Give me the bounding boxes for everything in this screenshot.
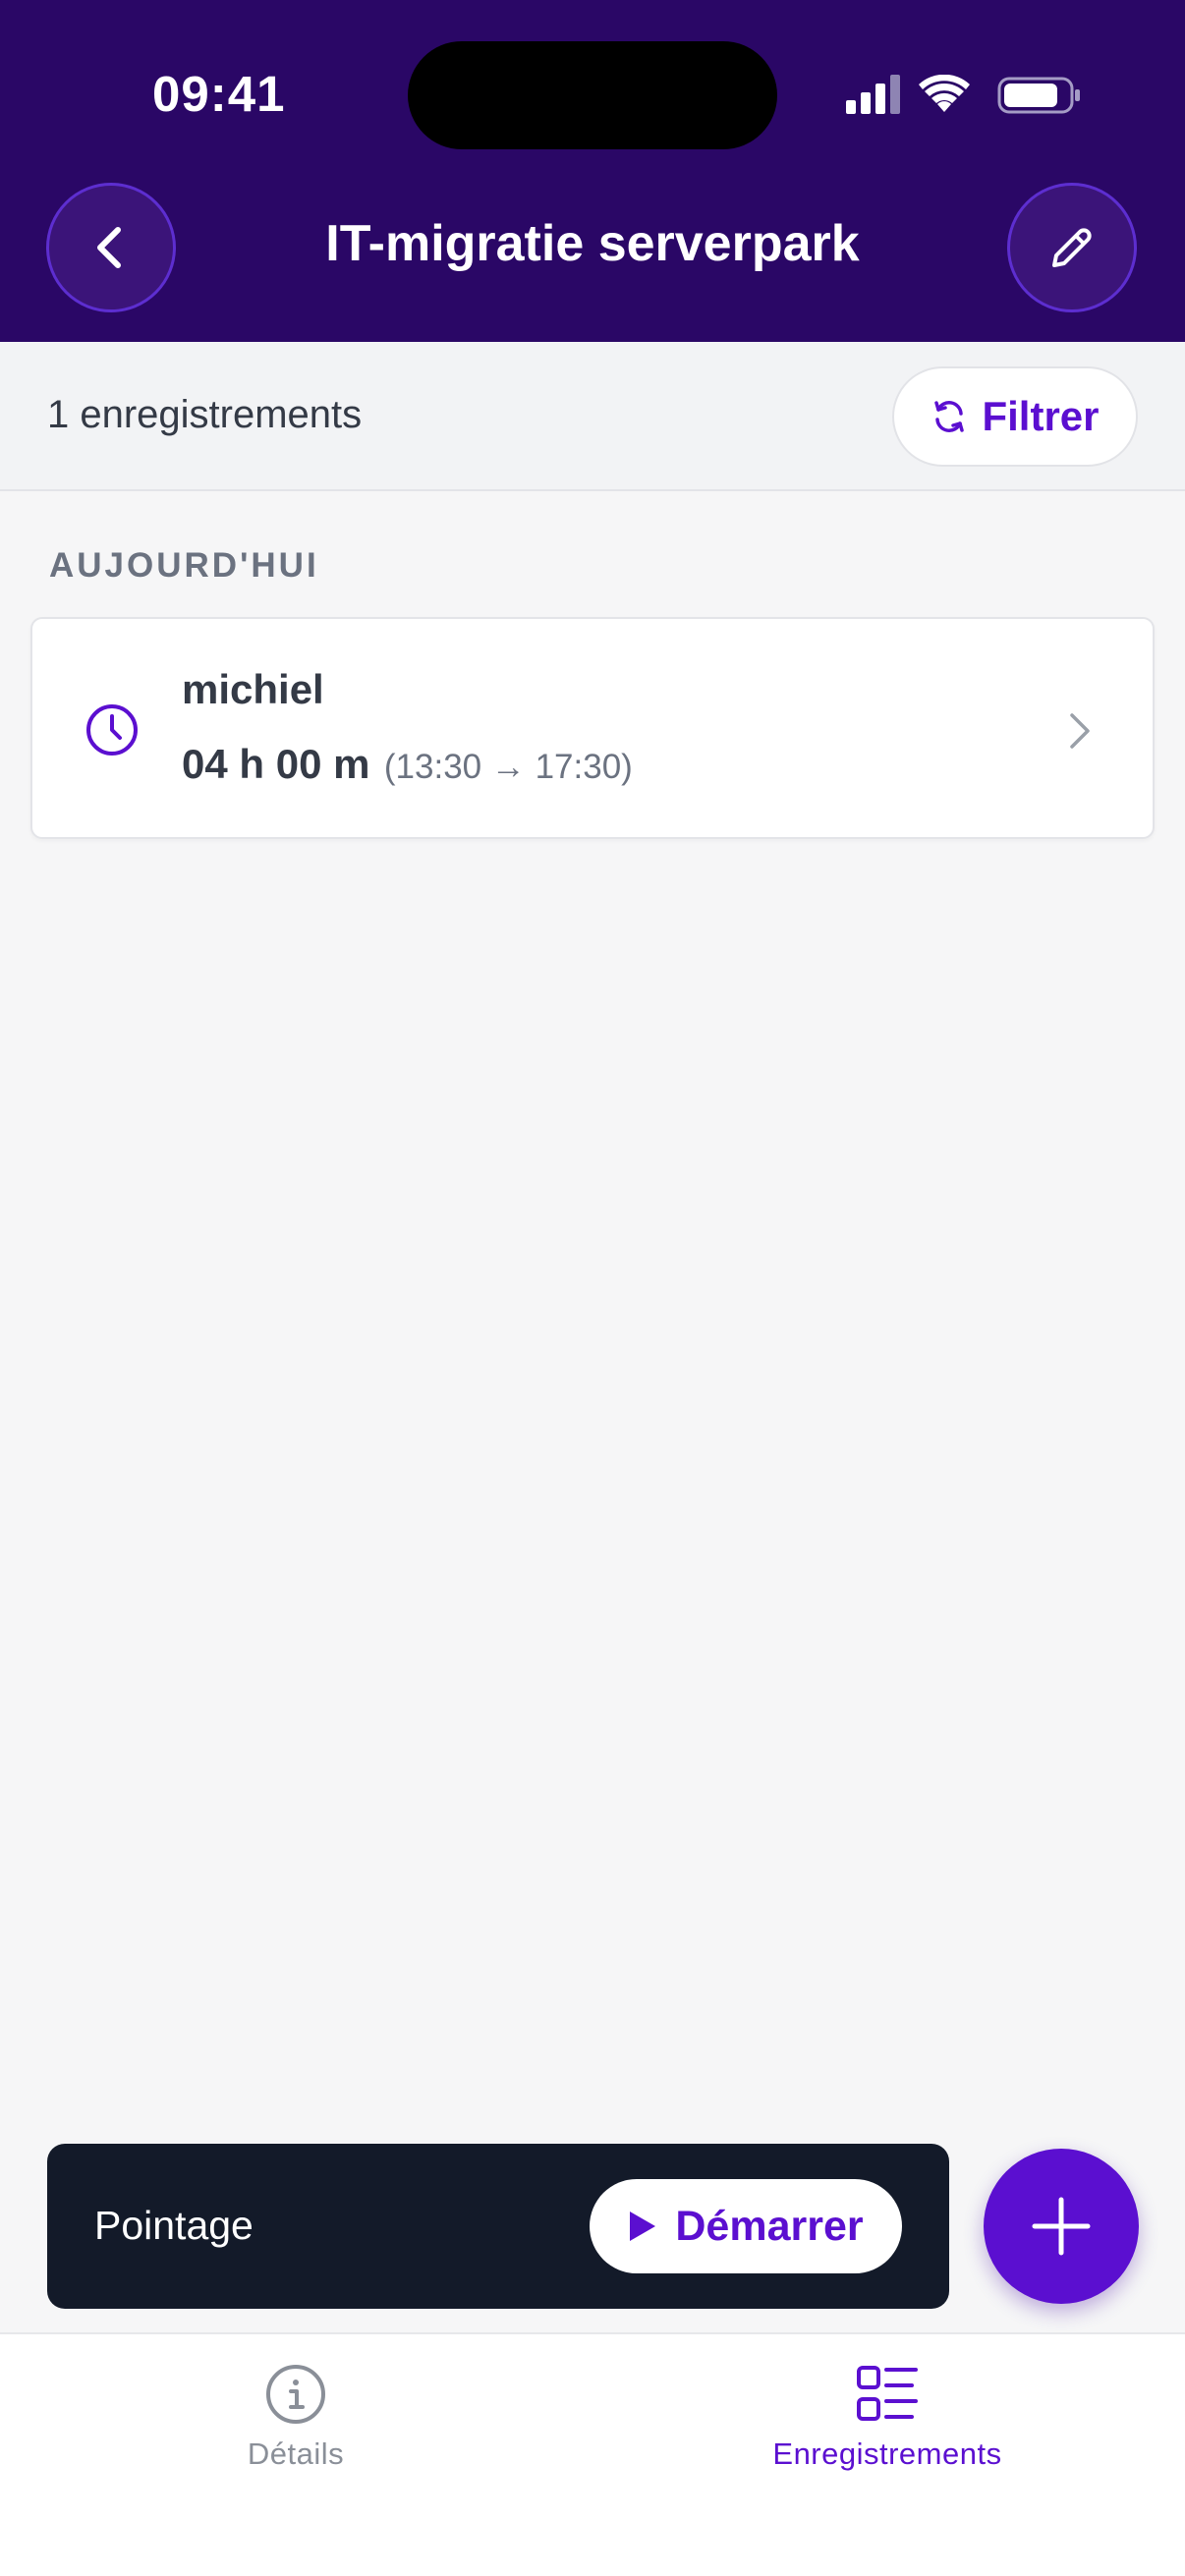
records-toolbar: 1 enregistrements Filtrer — [0, 342, 1185, 491]
list-icon — [857, 2366, 918, 2421]
entry-duration: 04 h 00 m — [182, 741, 370, 787]
list-item[interactable]: michiel 04 h 00 m (13:30 → 17:30) — [30, 617, 1155, 839]
pencil-icon — [1052, 228, 1092, 267]
timer-bar: Pointage Démarrer — [47, 2144, 949, 2309]
filter-label: Filtrer — [982, 393, 1100, 439]
entry-time-range: (13:30 → 17:30) — [383, 748, 633, 786]
info-icon — [266, 2365, 325, 2424]
records-count: 1 enregistrements — [47, 393, 363, 436]
timer-label: Pointage — [94, 2203, 254, 2248]
screen: 09:41 IT-migratie serverpark 1 enregistr… — [0, 0, 1185, 2576]
tab-records-label: Enregistrements — [772, 2436, 1002, 2471]
wifi-icon — [919, 75, 970, 112]
filter-button[interactable]: Filtrer — [892, 366, 1138, 467]
add-button[interactable] — [984, 2149, 1139, 2304]
battery-icon — [997, 77, 1080, 114]
play-icon — [630, 2212, 656, 2241]
clock-icon — [86, 704, 138, 756]
start-button[interactable]: Démarrer — [590, 2179, 902, 2273]
start-label: Démarrer — [675, 2202, 864, 2250]
chevron-right-icon — [1070, 713, 1090, 749]
status-time: 09:41 — [152, 66, 286, 122]
app-header: 09:41 IT-migratie serverpark — [0, 0, 1185, 342]
tab-records[interactable]: Enregistrements — [691, 2362, 1084, 2472]
section-title: AUJOURD'HUI — [49, 546, 319, 585]
entry-duration-row: 04 h 00 m (13:30 → 17:30) — [182, 741, 633, 788]
refresh-icon — [934, 401, 965, 432]
tab-details-label: Détails — [247, 2436, 345, 2471]
plus-icon — [1032, 2197, 1091, 2256]
tab-details[interactable]: Détails — [99, 2362, 492, 2472]
dynamic-island — [408, 41, 777, 149]
tab-bar: Détails Enregistrements — [0, 2332, 1185, 2576]
signal-icon — [846, 75, 900, 114]
edit-button[interactable] — [1007, 183, 1137, 312]
entry-user: michiel — [182, 666, 324, 712]
